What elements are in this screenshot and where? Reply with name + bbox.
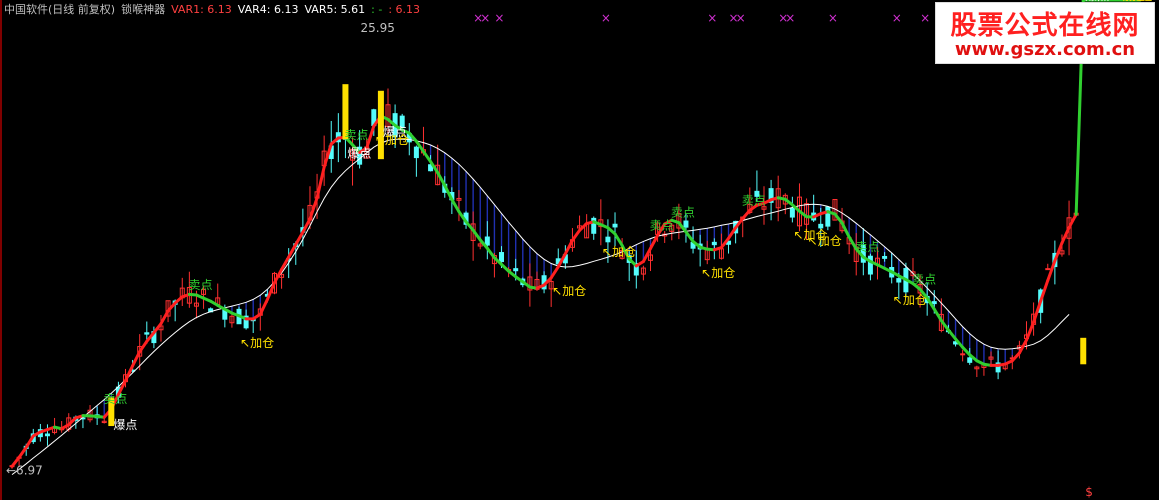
candlestick-chart: 爆点爆点爆点爆点卖点卖点卖点卖点卖点卖点卖点卖点↖加仓↖加仓↖加仓↖加仓↖加仓↖… [6,0,1154,499]
candle-body [711,241,717,246]
trend-line-segment [124,364,135,383]
sell-label: 卖点 [671,206,695,220]
signal-mark: × [601,11,611,25]
candle-body [44,433,50,437]
trend-line-segment [613,232,624,247]
trend-line-segment [549,265,560,280]
sell-label: 卖点 [650,218,674,232]
extra-label: : - [371,2,383,16]
sell-label: 卖点 [855,240,879,254]
trend-line-segment [272,267,284,285]
trend-line-segment [570,228,582,242]
burst-label: 爆点 [347,146,371,160]
signal-mark: × [707,11,717,25]
add-position-label: ↖加仓 [552,284,586,298]
add-position-label: ↖加仓 [602,245,636,259]
indicator-name: 锁喉神器 [121,3,166,16]
sell-label: 卖点 [345,128,369,142]
add-position-label: ↖加仓 [893,293,927,307]
trend-line-segment [308,196,319,221]
chart-header: 中国软件(日线 前复权) 锁喉神器 VAR1: 6.13 VAR4: 6.13 … [4,2,421,17]
high-price-label: 25.95 [361,21,395,35]
var1-value: VAR1: 6.13 [171,2,232,16]
candle-body [882,255,888,259]
trend-line-segment [471,228,482,242]
trend-line-segment [436,171,447,187]
trend-line-segment [166,301,177,313]
trend-line-segment [741,208,752,220]
trend-line-segment [421,149,433,164]
add-position-label: ↖加仓 [701,266,735,280]
var5-value: VAR5: 5.61 [304,2,366,16]
trend-line-segment [301,217,312,234]
signal-mark: × [736,11,746,25]
burst-bar [1080,337,1087,365]
candle-body [825,206,831,227]
trend-line-segment [287,243,298,259]
candle-body [484,236,490,246]
candle-body [683,220,689,228]
sell-label: 卖点 [188,278,212,292]
signal-mark: × [892,11,902,25]
var4-value: VAR4: 6.13 [237,2,299,16]
trend-line-segment [315,165,326,200]
trend-line-segment [1010,351,1021,363]
trend-line-segment [159,309,170,326]
signal-mark: × [785,11,795,25]
signal-mark: × [920,11,930,25]
candle-body [612,223,618,228]
trend-line-segment [1067,212,1078,230]
trend-line-segment [131,350,142,368]
sell-label: 卖点 [103,392,127,406]
bottom-marker: $ [1085,485,1093,499]
candle-body [413,146,419,159]
signal-mark: × [480,11,490,25]
candle-body [144,332,150,335]
burst-label: 爆点 [113,418,137,432]
trend-line-segment [464,220,475,232]
trend-line-segment [485,246,496,260]
trend-line-segment [152,322,163,335]
trend-line-segment [1060,226,1071,245]
candle-body [960,353,966,356]
sell-label: 卖点 [912,272,936,286]
trend-line-segment [17,445,28,459]
candle-body [931,301,937,305]
trend-line-segment [946,328,958,341]
trend-line-segment [258,297,269,316]
sell-label: 卖点 [742,193,766,207]
add-position-label: ↖加仓 [240,336,274,350]
trend-line-segment [684,230,695,243]
signal-mark: × [494,11,504,25]
add-position-label: ↖加仓 [375,133,409,147]
candle-body [513,268,519,272]
trend-line-segment [1053,241,1064,263]
trend-line-segment [939,319,950,332]
add-position-label: ↖加仓 [808,234,842,248]
trend-line-segment [840,221,851,239]
candle-body [499,252,505,263]
extra-value: : 6.13 [388,2,421,16]
stock-title: 中国软件(日线 前复权) [4,3,116,16]
candle-body [605,236,611,243]
candle-body [1045,268,1051,271]
signal-mark: × [828,11,838,25]
watermark-url: www.gszx.com.cn [954,39,1136,60]
candle-body [967,357,973,363]
low-price-label: ←6.97 [6,463,43,477]
watermark-title: 股票公式在线网 [950,11,1140,41]
trend-line-segment [294,230,305,247]
trend-line-segment [833,212,844,225]
trend-line-segment [450,198,461,214]
candle-body [896,278,902,283]
trend-line-segment [1046,259,1057,282]
trend-line-segment [1024,320,1036,342]
watermark-logo: 股票公式在线网 www.gszx.com.cn [935,2,1155,64]
candle-body [789,207,795,218]
